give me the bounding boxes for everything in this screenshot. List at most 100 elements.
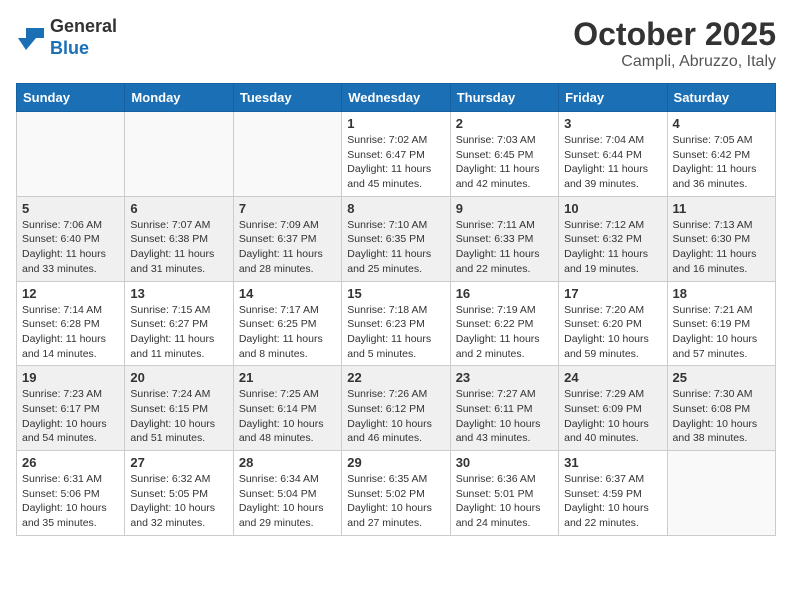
calendar-day-cell: 19Sunrise: 7:23 AM Sunset: 6:17 PM Dayli… bbox=[17, 366, 125, 451]
day-info: Sunrise: 7:06 AM Sunset: 6:40 PM Dayligh… bbox=[22, 218, 119, 277]
day-info: Sunrise: 6:35 AM Sunset: 5:02 PM Dayligh… bbox=[347, 472, 444, 531]
day-number: 12 bbox=[22, 286, 119, 301]
day-number: 6 bbox=[130, 201, 227, 216]
calendar-day-cell: 31 Sunrise: 6:37 AM Sunset: 4:59 PM Dayli… bbox=[559, 451, 667, 536]
calendar-day-cell: 8Sunrise: 7:10 AM Sunset: 6:35 PM Daylig… bbox=[342, 196, 450, 281]
calendar-day-cell: 3 Sunrise: 7:04 AM Sunset: 6:44 PM Daylig… bbox=[559, 112, 667, 197]
day-number: 13 bbox=[130, 286, 227, 301]
calendar-day-cell: 21 Sunrise: 7:25 AM Sunset: 6:14 PM Dayli… bbox=[233, 366, 341, 451]
calendar-day-cell bbox=[667, 451, 775, 536]
calendar-day-cell: 30Sunrise: 6:36 AM Sunset: 5:01 PM Dayli… bbox=[450, 451, 558, 536]
weekday-header-friday: Friday bbox=[559, 84, 667, 112]
day-number: 16 bbox=[456, 286, 553, 301]
calendar-day-cell: 18 Sunrise: 7:21 AM Sunset: 6:19 PM Dayli… bbox=[667, 281, 775, 366]
day-number: 21 bbox=[239, 370, 336, 385]
calendar-day-cell bbox=[17, 112, 125, 197]
calendar-week-row: 12 Sunrise: 7:14 AM Sunset: 6:28 PM Dayli… bbox=[17, 281, 776, 366]
day-info: Sunrise: 7:21 AM Sunset: 6:19 PM Dayligh… bbox=[673, 303, 770, 362]
day-number: 5 bbox=[22, 201, 119, 216]
weekday-header-monday: Monday bbox=[125, 84, 233, 112]
calendar-day-cell: 23 Sunrise: 7:27 AM Sunset: 6:11 PM Dayli… bbox=[450, 366, 558, 451]
day-info: Sunrise: 7:29 AM Sunset: 6:09 PM Dayligh… bbox=[564, 387, 661, 446]
title-block: October 2025 Campli, Abruzzo, Italy bbox=[573, 16, 776, 71]
calendar-day-cell: 26 Sunrise: 6:31 AM Sunset: 5:06 PM Dayli… bbox=[17, 451, 125, 536]
day-number: 20 bbox=[130, 370, 227, 385]
day-number: 26 bbox=[22, 455, 119, 470]
calendar-day-cell: 4 Sunrise: 7:05 AM Sunset: 6:42 PM Daylig… bbox=[667, 112, 775, 197]
day-info: Sunrise: 6:34 AM Sunset: 5:04 PM Dayligh… bbox=[239, 472, 336, 531]
weekday-header-saturday: Saturday bbox=[667, 84, 775, 112]
day-number: 14 bbox=[239, 286, 336, 301]
weekday-header-thursday: Thursday bbox=[450, 84, 558, 112]
day-info: Sunrise: 7:14 AM Sunset: 6:28 PM Dayligh… bbox=[22, 303, 119, 362]
calendar-day-cell: 9Sunrise: 7:11 AM Sunset: 6:33 PM Daylig… bbox=[450, 196, 558, 281]
calendar-day-cell: 28Sunrise: 6:34 AM Sunset: 5:04 PM Dayli… bbox=[233, 451, 341, 536]
calendar-day-cell: 13Sunrise: 7:15 AM Sunset: 6:27 PM Dayli… bbox=[125, 281, 233, 366]
logo-text: General Blue bbox=[50, 16, 117, 59]
day-number: 17 bbox=[564, 286, 661, 301]
day-number: 27 bbox=[130, 455, 227, 470]
logo: General Blue bbox=[16, 16, 117, 59]
calendar-day-cell: 5 Sunrise: 7:06 AM Sunset: 6:40 PM Daylig… bbox=[17, 196, 125, 281]
day-number: 11 bbox=[673, 201, 770, 216]
calendar-day-cell: 1Sunrise: 7:02 AM Sunset: 6:47 PM Daylig… bbox=[342, 112, 450, 197]
weekday-header-tuesday: Tuesday bbox=[233, 84, 341, 112]
day-number: 2 bbox=[456, 116, 553, 131]
calendar-day-cell: 10Sunrise: 7:12 AM Sunset: 6:32 PM Dayli… bbox=[559, 196, 667, 281]
day-info: Sunrise: 7:20 AM Sunset: 6:20 PM Dayligh… bbox=[564, 303, 661, 362]
calendar-day-cell: 6Sunrise: 7:07 AM Sunset: 6:38 PM Daylig… bbox=[125, 196, 233, 281]
day-info: Sunrise: 7:04 AM Sunset: 6:44 PM Dayligh… bbox=[564, 133, 661, 192]
day-number: 3 bbox=[564, 116, 661, 131]
calendar-day-cell: 2 Sunrise: 7:03 AM Sunset: 6:45 PM Daylig… bbox=[450, 112, 558, 197]
weekday-header-sunday: Sunday bbox=[17, 84, 125, 112]
day-number: 22 bbox=[347, 370, 444, 385]
calendar-day-cell: 14 Sunrise: 7:17 AM Sunset: 6:25 PM Dayli… bbox=[233, 281, 341, 366]
day-info: Sunrise: 7:26 AM Sunset: 6:12 PM Dayligh… bbox=[347, 387, 444, 446]
month-title: October 2025 bbox=[573, 16, 776, 53]
calendar-day-cell: 15Sunrise: 7:18 AM Sunset: 6:23 PM Dayli… bbox=[342, 281, 450, 366]
weekday-header-row: SundayMondayTuesdayWednesdayThursdayFrid… bbox=[17, 84, 776, 112]
calendar-day-cell: 17 Sunrise: 7:20 AM Sunset: 6:20 PM Dayli… bbox=[559, 281, 667, 366]
day-info: Sunrise: 7:25 AM Sunset: 6:14 PM Dayligh… bbox=[239, 387, 336, 446]
calendar-day-cell: 25 Sunrise: 7:30 AM Sunset: 6:08 PM Dayli… bbox=[667, 366, 775, 451]
calendar-day-cell: 16 Sunrise: 7:19 AM Sunset: 6:22 PM Dayli… bbox=[450, 281, 558, 366]
day-number: 4 bbox=[673, 116, 770, 131]
day-number: 29 bbox=[347, 455, 444, 470]
day-info: Sunrise: 7:19 AM Sunset: 6:22 PM Dayligh… bbox=[456, 303, 553, 362]
day-info: Sunrise: 6:32 AM Sunset: 5:05 PM Dayligh… bbox=[130, 472, 227, 531]
day-number: 23 bbox=[456, 370, 553, 385]
day-info: Sunrise: 7:05 AM Sunset: 6:42 PM Dayligh… bbox=[673, 133, 770, 192]
calendar-day-cell: 27 Sunrise: 6:32 AM Sunset: 5:05 PM Dayli… bbox=[125, 451, 233, 536]
day-info: Sunrise: 7:27 AM Sunset: 6:11 PM Dayligh… bbox=[456, 387, 553, 446]
day-info: Sunrise: 7:09 AM Sunset: 6:37 PM Dayligh… bbox=[239, 218, 336, 277]
day-info: Sunrise: 7:17 AM Sunset: 6:25 PM Dayligh… bbox=[239, 303, 336, 362]
day-number: 19 bbox=[22, 370, 119, 385]
day-number: 31 bbox=[564, 455, 661, 470]
calendar-table: SundayMondayTuesdayWednesdayThursdayFrid… bbox=[16, 83, 776, 536]
weekday-header-wednesday: Wednesday bbox=[342, 84, 450, 112]
day-number: 1 bbox=[347, 116, 444, 131]
day-info: Sunrise: 7:12 AM Sunset: 6:32 PM Dayligh… bbox=[564, 218, 661, 277]
day-number: 25 bbox=[673, 370, 770, 385]
day-info: Sunrise: 6:31 AM Sunset: 5:06 PM Dayligh… bbox=[22, 472, 119, 531]
calendar-day-cell: 12 Sunrise: 7:14 AM Sunset: 6:28 PM Dayli… bbox=[17, 281, 125, 366]
day-number: 8 bbox=[347, 201, 444, 216]
logo-general: General bbox=[50, 16, 117, 36]
day-number: 15 bbox=[347, 286, 444, 301]
day-info: Sunrise: 7:30 AM Sunset: 6:08 PM Dayligh… bbox=[673, 387, 770, 446]
day-info: Sunrise: 7:13 AM Sunset: 6:30 PM Dayligh… bbox=[673, 218, 770, 277]
calendar-day-cell: 11 Sunrise: 7:13 AM Sunset: 6:30 PM Dayli… bbox=[667, 196, 775, 281]
day-info: Sunrise: 7:03 AM Sunset: 6:45 PM Dayligh… bbox=[456, 133, 553, 192]
calendar-day-cell: 24 Sunrise: 7:29 AM Sunset: 6:09 PM Dayli… bbox=[559, 366, 667, 451]
location-subtitle: Campli, Abruzzo, Italy bbox=[573, 53, 776, 71]
day-number: 24 bbox=[564, 370, 661, 385]
day-info: Sunrise: 6:37 AM Sunset: 4:59 PM Dayligh… bbox=[564, 472, 661, 531]
calendar-day-cell: 20Sunrise: 7:24 AM Sunset: 6:15 PM Dayli… bbox=[125, 366, 233, 451]
day-info: Sunrise: 6:36 AM Sunset: 5:01 PM Dayligh… bbox=[456, 472, 553, 531]
calendar-day-cell: 22 Sunrise: 7:26 AM Sunset: 6:12 PM Dayli… bbox=[342, 366, 450, 451]
calendar-week-row: 26 Sunrise: 6:31 AM Sunset: 5:06 PM Dayli… bbox=[17, 451, 776, 536]
day-number: 7 bbox=[239, 201, 336, 216]
calendar-day-cell: 7 Sunrise: 7:09 AM Sunset: 6:37 PM Daylig… bbox=[233, 196, 341, 281]
day-number: 18 bbox=[673, 286, 770, 301]
calendar-day-cell bbox=[125, 112, 233, 197]
